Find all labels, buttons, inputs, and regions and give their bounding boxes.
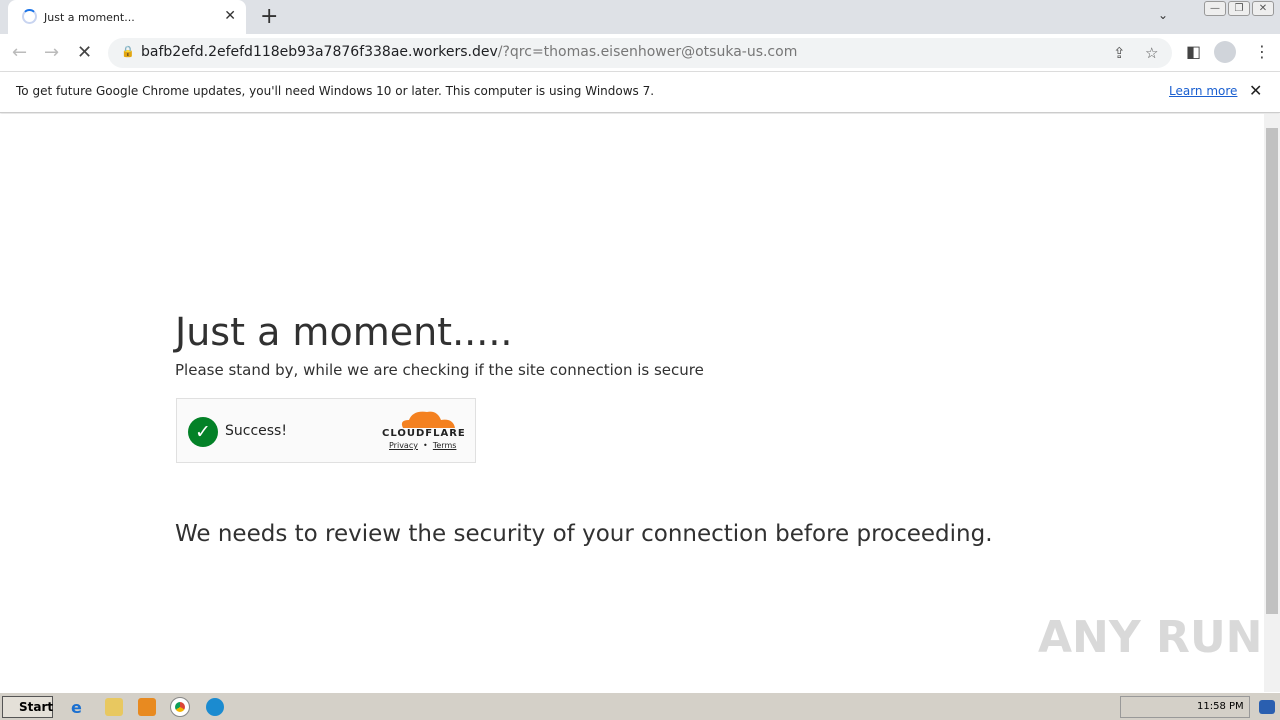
success-text: Success! [225,423,287,439]
clock[interactable]: 11:58 PM [1197,701,1244,712]
restore-button[interactable]: ❐ [1228,1,1250,16]
menu-icon[interactable]: ⋮ [1254,42,1270,61]
close-window-button[interactable]: ✕ [1252,1,1274,16]
update-infobar: To get future Google Chrome updates, you… [0,72,1280,113]
infobar-message: To get future Google Chrome updates, you… [16,84,655,98]
tab-title: Just a moment... [44,11,135,24]
privacy-link[interactable]: Privacy [389,441,418,450]
page-content: Just a moment..... Please stand by, whil… [0,114,1264,692]
start-button[interactable]: Start [2,696,53,718]
lock-icon[interactable]: 🔒 [121,45,135,58]
media-player-icon[interactable] [138,698,156,716]
cloudflare-widget: ✓ Success! CLOUDFLARE Privacy • Terms [176,398,476,463]
page-title: Just a moment..... [175,310,513,354]
forward-icon[interactable]: → [44,42,59,63]
stop-icon[interactable]: ✕ [77,42,92,63]
tab-close-icon[interactable]: ✕ [224,8,236,24]
edge-icon[interactable] [206,698,224,716]
share-icon[interactable]: ⇪ [1113,44,1126,62]
ie-icon[interactable]: e [71,698,89,717]
url-host: bafb2efd.2efefd118eb93a7876f338ae.worker… [141,44,498,60]
anyrun-watermark: ANY RUN [1038,612,1263,663]
side-panel-icon[interactable]: ◧ [1186,42,1201,61]
tab-search-chevron-icon[interactable]: ⌄ [1158,8,1168,22]
scrollbar[interactable] [1264,114,1280,692]
tab-active[interactable]: Just a moment... ✕ [8,0,246,34]
system-tray: 11:58 PM [1120,696,1250,718]
toolbar: ← → ✕ 🔒 bafb2efd.2efefd118eb93a7876f338a… [0,34,1280,72]
back-icon[interactable]: ← [12,42,27,63]
success-check-icon: ✓ [188,417,218,447]
show-desktop-icon[interactable] [1259,700,1275,714]
address-bar[interactable]: 🔒 bafb2efd.2efefd118eb93a7876f338ae.work… [108,38,1172,68]
cloudflare-logo-icon [401,411,455,428]
minimize-button[interactable]: — [1204,1,1226,16]
infobar-close-icon[interactable]: ✕ [1249,81,1262,100]
loading-spinner-icon [22,9,37,24]
chrome-icon[interactable] [170,697,190,717]
profile-avatar[interactable] [1214,41,1236,67]
tab-strip: Just a moment... ✕ + ⌄ — ❐ ✕ [0,0,1280,34]
cloudflare-brand: CLOUDFLARE [382,428,466,439]
scrollbar-thumb[interactable] [1266,128,1278,614]
bookmark-star-icon[interactable]: ☆ [1145,44,1158,62]
taskbar: Start e 11:58 PM [0,692,1280,720]
page-subtitle: Please stand by, while we are checking i… [175,361,704,379]
new-tab-button[interactable]: + [260,4,278,29]
explorer-icon[interactable] [105,698,123,716]
learn-more-link[interactable]: Learn more [1169,84,1237,98]
terms-link[interactable]: Terms [433,441,457,450]
url-query: /?qrc=thomas.eisenhower@otsuka-us.com [497,44,798,60]
security-message: We needs to review the security of your … [175,521,993,547]
